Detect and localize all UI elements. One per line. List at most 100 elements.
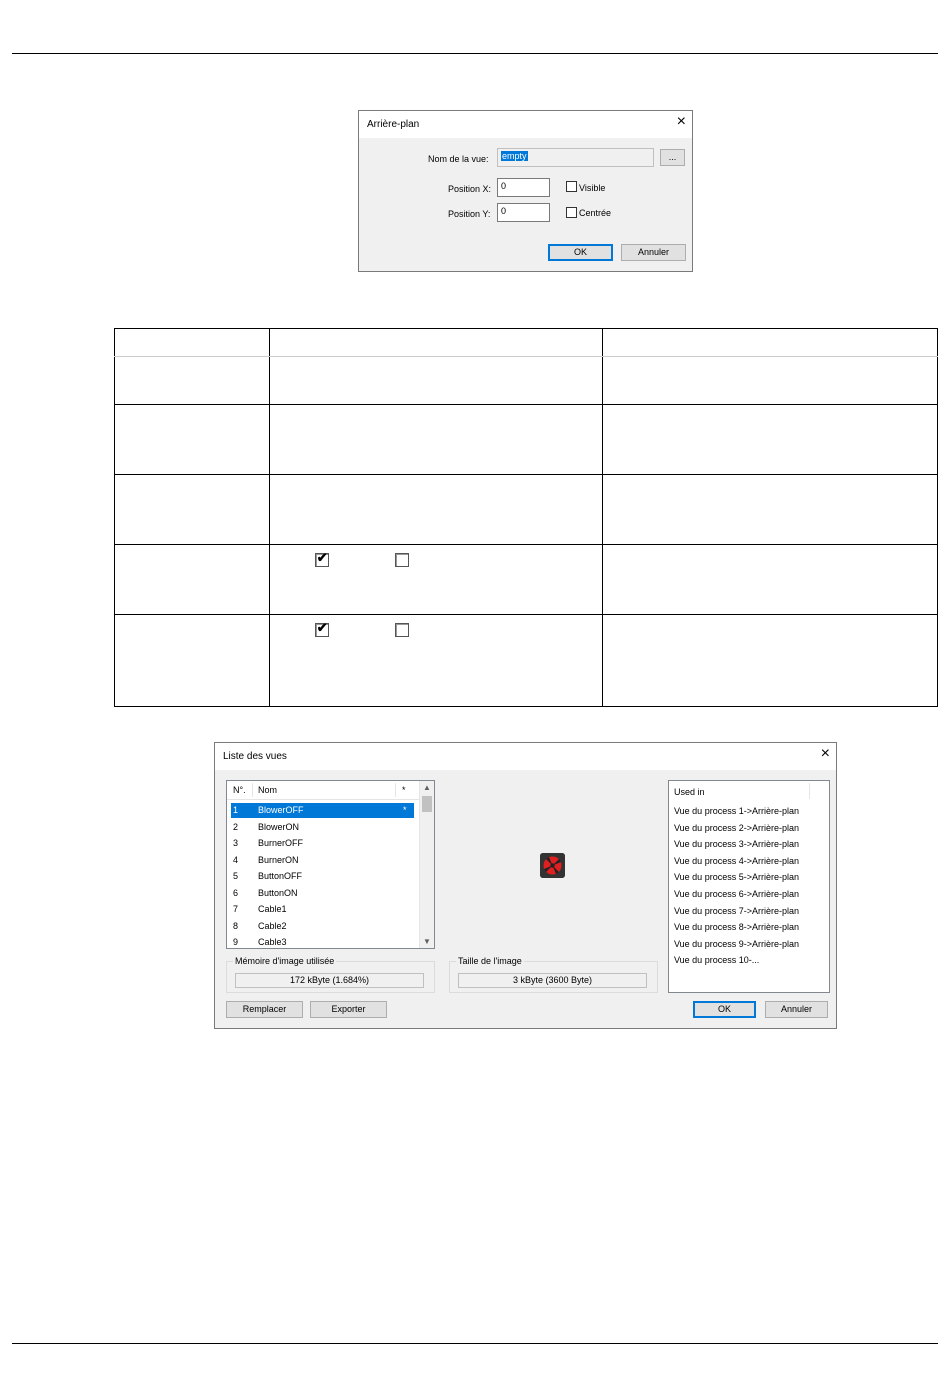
table-cell — [114, 474, 270, 545]
scroll-up-icon[interactable]: ▲ — [423, 783, 431, 792]
list-item[interactable]: 7 Cable1 — [231, 902, 414, 917]
used-in-item[interactable]: Vue du process 2->Arrière-plan — [674, 823, 799, 833]
view-name-field[interactable]: empty — [497, 148, 654, 167]
column-header-number[interactable]: N°. — [233, 785, 246, 795]
dialog-title: Liste des vues — [223, 751, 287, 762]
table-row: ✔ — [114, 544, 938, 615]
ok-button[interactable]: OK — [693, 1001, 756, 1018]
table-row: ✔ — [114, 614, 938, 707]
list-item-num: 8 — [233, 920, 239, 931]
table-cell — [268, 356, 604, 405]
list-item[interactable]: 4 BurnerON — [231, 853, 414, 868]
image-size-group: Taille de l'image 3 kByte (3600 Byte) — [449, 956, 658, 993]
background-dialog: Arrière-plan × Nom de la vue: empty ... … — [358, 110, 693, 272]
position-y-input[interactable]: 0 — [497, 203, 550, 222]
table-cell: ✔ — [268, 614, 604, 707]
view-list[interactable]: N°. Nom * 1 BlowerOFF * 2 BlowerON 3 BurnerOFF… — [226, 780, 435, 949]
table-row — [114, 404, 938, 475]
blower-off-icon — [540, 853, 565, 878]
table-cell — [602, 544, 938, 615]
table-cell — [114, 404, 270, 475]
footer-rule — [12, 1343, 938, 1344]
image-size-label: Taille de l'image — [456, 956, 524, 966]
used-in-header: Used in — [674, 787, 705, 797]
list-item-flag: * — [403, 805, 407, 815]
table-cell: ✔ — [268, 544, 604, 615]
table-cell — [114, 328, 270, 357]
table-cell — [602, 614, 938, 707]
unchecked-checkbox-example — [394, 623, 409, 637]
table-cell — [602, 474, 938, 545]
list-item[interactable]: 6 ButtonON — [231, 886, 414, 901]
used-in-list[interactable]: Used in Vue du process 1->Arrière-plan Vu… — [668, 780, 830, 993]
view-name-value: empty — [501, 151, 528, 161]
used-in-item[interactable]: Vue du process 4->Arrière-plan — [674, 856, 799, 866]
export-button[interactable]: Exporter — [310, 1001, 387, 1018]
used-in-item[interactable]: Vue du process 6->Arrière-plan — [674, 889, 799, 899]
table-cell — [602, 404, 938, 475]
list-item-name: ButtonON — [258, 887, 298, 898]
list-item-name: BurnerOFF — [258, 838, 304, 848]
replace-button[interactable]: Remplacer — [226, 1001, 303, 1018]
used-in-item[interactable]: Vue du process 1->Arrière-plan — [674, 806, 799, 816]
list-header: N°. Nom * — [227, 781, 420, 800]
memory-group: Mémoire d'image utilisée 172 kByte (1.68… — [226, 956, 435, 993]
list-item[interactable]: 8 Cable2 — [231, 919, 414, 934]
table-cell — [602, 328, 938, 357]
list-item-num: 7 — [233, 904, 239, 914]
position-x-label: Position X: — [448, 184, 492, 194]
used-in-item[interactable]: Vue du process 3->Arrière-plan — [674, 839, 799, 849]
memory-label: Mémoire d'image utilisée — [233, 956, 337, 966]
column-header-flag[interactable]: * — [402, 785, 406, 795]
image-size-value: 3 kByte (3600 Byte) — [458, 973, 647, 988]
list-item[interactable]: 5 ButtonOFF — [231, 869, 414, 884]
used-in-item[interactable]: Vue du process 7->Arrière-plan — [674, 906, 799, 916]
list-item[interactable]: 3 BurnerOFF — [231, 836, 414, 851]
list-item-num: 9 — [233, 937, 239, 947]
cancel-button[interactable]: Annuler — [765, 1001, 828, 1018]
table-cell — [114, 614, 270, 707]
cancel-button[interactable]: Annuler — [621, 244, 686, 261]
dialog-titlebar: Arrière-plan × — [359, 111, 692, 138]
used-in-item[interactable]: Vue du process 5->Arrière-plan — [674, 872, 799, 882]
position-x-input[interactable]: 0 — [497, 178, 550, 197]
table-header-row — [114, 328, 938, 357]
scroll-down-icon[interactable]: ▼ — [423, 937, 431, 946]
checkmark-icon: ✔ — [316, 550, 328, 565]
list-item-num: 4 — [233, 854, 239, 865]
list-scrollbar[interactable]: ▲ ▼ — [419, 781, 434, 948]
view-name-label: Nom de la vue: — [428, 154, 489, 164]
used-in-item[interactable]: Vue du process 8->Arrière-plan — [674, 922, 799, 932]
list-item-name: BlowerOFF — [258, 805, 304, 815]
list-item[interactable]: 1 BlowerOFF * — [231, 803, 414, 818]
list-item-num: 1 — [233, 805, 239, 815]
centered-checkbox[interactable] — [566, 207, 577, 218]
position-y-label: Position Y: — [448, 209, 491, 219]
browse-button[interactable]: ... — [660, 149, 685, 166]
column-header-name[interactable]: Nom — [258, 785, 277, 795]
dialog-title: Arrière-plan — [367, 119, 420, 130]
ok-button[interactable]: OK — [548, 244, 613, 261]
table-cell — [268, 328, 604, 357]
table-cell — [602, 356, 938, 405]
table-row — [114, 474, 938, 545]
table-cell — [268, 474, 604, 545]
list-item-num: 6 — [233, 887, 239, 898]
used-in-item[interactable]: Vue du process 9->Arrière-plan — [674, 939, 799, 949]
checked-checkbox-example: ✔ — [314, 621, 329, 637]
scroll-thumb[interactable] — [422, 796, 432, 812]
list-item-name: BlowerON — [258, 821, 300, 832]
image-preview — [540, 853, 565, 878]
centered-label: Centrée — [579, 208, 612, 218]
used-in-item[interactable]: Vue du process 10-... — [674, 955, 759, 965]
list-item[interactable]: 9 Cable3 — [231, 935, 414, 948]
list-item-name: BurnerON — [258, 854, 299, 865]
close-icon[interactable]: × — [821, 746, 830, 762]
table-row — [114, 356, 938, 405]
checked-checkbox-example: ✔ — [314, 550, 329, 567]
list-item[interactable]: 2 BlowerON — [231, 820, 414, 835]
visible-label: Visible — [579, 183, 606, 193]
list-item-name: Cable3 — [258, 937, 287, 947]
close-icon[interactable]: × — [677, 114, 686, 130]
visible-checkbox[interactable] — [566, 181, 577, 192]
